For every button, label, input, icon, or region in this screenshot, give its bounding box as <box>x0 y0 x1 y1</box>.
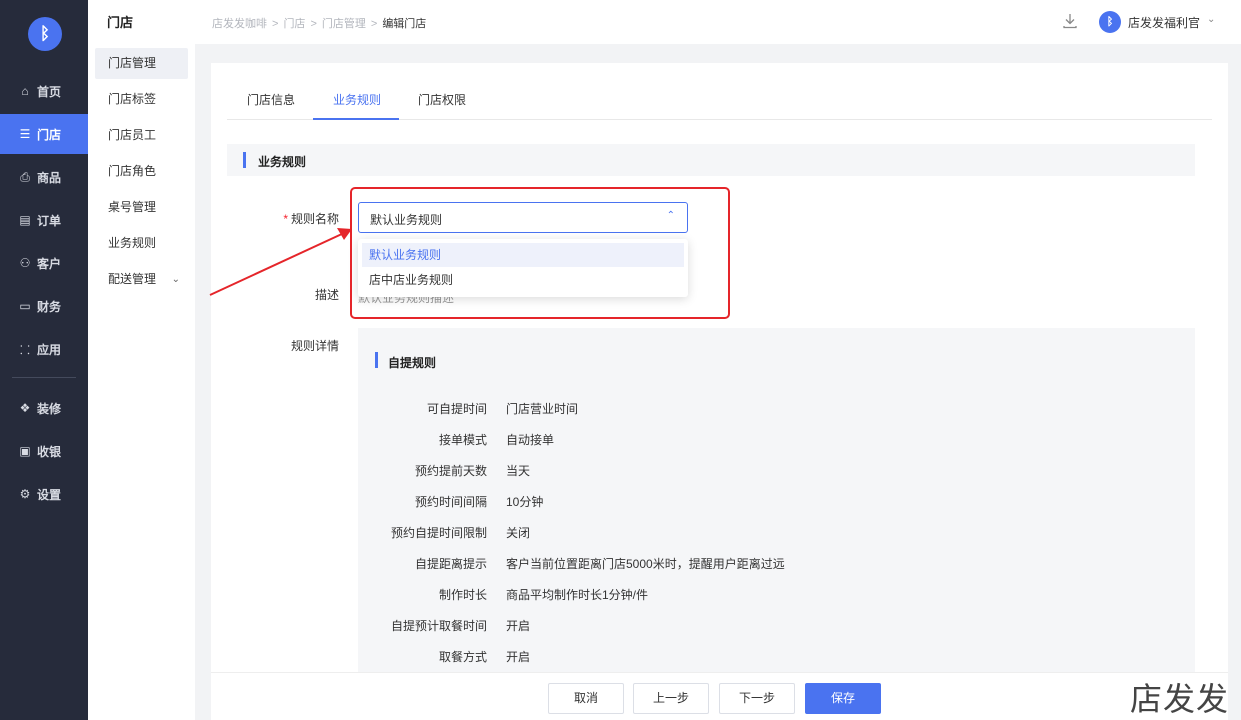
home-icon: ⌂ <box>21 84 29 98</box>
breadcrumb-separator: > <box>310 18 317 30</box>
detail-row-value: 商品平均制作时长1分钟/件 <box>506 588 649 602</box>
breadcrumb-item[interactable]: 门店 <box>283 18 305 30</box>
sub-item-store-tags[interactable]: 门店标签 <box>95 84 188 115</box>
store-icon: ☰ <box>19 127 31 141</box>
nav-item-label: 设置 <box>37 487 62 502</box>
breadcrumb: 店发发咖啡 > 门店 > 门店管理 > 编辑门店 <box>212 15 426 31</box>
section-marker <box>243 152 246 168</box>
breadcrumb-item[interactable]: 店发发咖啡 <box>212 18 267 30</box>
sub-item-tables[interactable]: 桌号管理 <box>95 192 188 223</box>
sub-item-store-roles[interactable]: 门店角色 <box>95 156 188 187</box>
detail-row-label: 预约自提时间限制 <box>390 526 487 540</box>
rule-name-label: * 规则名称 <box>211 210 339 227</box>
breadcrumb-current: 编辑门店 <box>382 18 427 30</box>
section-marker <box>375 352 378 368</box>
breadcrumb-separator: > <box>272 18 279 30</box>
detail-row-value: 开启 <box>506 650 531 664</box>
sub-item-store-staff[interactable]: 门店员工 <box>95 120 188 151</box>
pickup-rules-title: 自提规则 <box>388 356 437 370</box>
nav-item-label: 门店 <box>37 127 62 142</box>
nav-divider <box>12 377 76 378</box>
sub-nav: 门店 门店管理 门店标签 门店员工 门店角色 桌号管理 业务规则 配送管理 ⌄ <box>88 0 195 720</box>
active-tab-indicator <box>313 118 399 120</box>
sub-item-delivery[interactable]: 配送管理 ⌄ <box>95 264 188 295</box>
user-name[interactable]: 店发发福利官 <box>1128 14 1200 31</box>
main-nav: ᛒ ⌂ 首页 ☰ 门店 ⎙ 商品 ▤ 订单 ⚇ 客户 ▭ 财务 ⸬ 应用 ❖ 装… <box>0 0 88 720</box>
watermark: 店发发 <box>1130 680 1230 718</box>
detail-row-value: 门店营业时间 <box>506 402 579 416</box>
breadcrumb-item[interactable]: 门店管理 <box>322 18 366 30</box>
prev-step-button[interactable]: 上一步 <box>633 683 709 714</box>
nav-item-label: 应用 <box>37 342 62 357</box>
sub-item-store-manage[interactable]: 门店管理 <box>95 48 188 79</box>
detail-row-value: 开启 <box>506 619 531 633</box>
tab-store-info[interactable]: 门店信息 <box>247 91 295 108</box>
detail-row-value: 关闭 <box>506 526 531 540</box>
download-icon[interactable] <box>1061 12 1079 30</box>
nav-item-apps[interactable]: ⸬ 应用 <box>0 329 88 369</box>
rule-detail-panel: 自提规则 可自提时间 门店营业时间 接单模式 自动接单 预约提前天数 当天 预约… <box>358 328 1195 720</box>
nav-item-finance[interactable]: ▭ 财务 <box>0 286 88 326</box>
detail-row-value: 客户当前位置距离门店5000米时，提醒用户距离过远 <box>506 557 785 571</box>
avatar[interactable]: ᛒ <box>1099 11 1121 33</box>
desc-label: 描述 <box>314 288 339 302</box>
section-title: 业务规则 <box>258 155 307 169</box>
nav-item-orders[interactable]: ▤ 订单 <box>0 200 88 240</box>
save-button[interactable]: 保存 <box>805 683 881 714</box>
user-icon: ⚇ <box>19 256 31 270</box>
tab-bar: 门店信息 业务规则 门店权限 <box>227 83 1212 120</box>
detail-row-value: 10分钟 <box>506 495 544 509</box>
orders-icon: ▤ <box>19 213 31 227</box>
nav-item-store[interactable]: ☰ 门店 <box>0 114 88 154</box>
nav-item-label: 装修 <box>37 401 62 416</box>
detail-row-label: 预约提前天数 <box>414 464 487 478</box>
detail-row-value: 当天 <box>506 464 531 478</box>
brand-logo[interactable]: ᛒ <box>28 17 62 51</box>
nav-item-settings[interactable]: ⚙ 设置 <box>0 474 88 514</box>
detail-row-label: 可自提时间 <box>426 402 487 416</box>
nav-item-label: 商品 <box>37 170 62 185</box>
detail-row-label: 自提距离提示 <box>414 557 487 571</box>
nav-item-cashier[interactable]: ▣ 收银 <box>0 431 88 471</box>
tab-business-rules[interactable]: 业务规则 <box>333 91 381 108</box>
breadcrumb-separator: > <box>370 18 378 30</box>
nav-item-home[interactable]: ⌂ 首页 <box>0 71 88 111</box>
nav-item-label: 收银 <box>37 444 62 459</box>
chevron-down-icon[interactable]: ⌄ <box>1207 14 1215 25</box>
nav-item-label: 首页 <box>37 84 62 99</box>
section-header: 业务规则 <box>227 144 1195 176</box>
detail-row-label: 制作时长 <box>438 588 487 602</box>
goods-icon: ⎙ <box>20 169 30 184</box>
sub-item-label: 配送管理 <box>108 272 157 286</box>
nav-item-customers[interactable]: ⚇ 客户 <box>0 243 88 283</box>
detail-row-label: 自提预计取餐时间 <box>390 619 487 633</box>
gear-icon: ⚙ <box>19 487 31 501</box>
next-step-button[interactable]: 下一步 <box>719 683 795 714</box>
layers-icon: ❖ <box>19 401 31 415</box>
required-mark: * <box>283 212 288 226</box>
detail-row-label: 预约时间间隔 <box>414 495 487 509</box>
nav-item-label: 客户 <box>37 256 62 271</box>
edit-store-card: 门店信息 业务规则 门店权限 业务规则 * 规则名称 默认业务规则 ⌃ 描述 默认… <box>211 63 1228 720</box>
nav-item-goods[interactable]: ⎙ 商品 <box>0 157 88 197</box>
form-footer: 取消 上一步 下一步 保存 <box>211 672 1228 720</box>
nav-item-label: 财务 <box>37 299 62 314</box>
annotation-highlight-box <box>350 187 730 319</box>
rule-detail-label: 规则详情 <box>290 339 339 353</box>
cancel-button[interactable]: 取消 <box>548 683 624 714</box>
apps-grid-icon: ⸬ <box>20 342 30 357</box>
wallet-icon: ▭ <box>19 299 31 313</box>
rule-name-label-text: 规则名称 <box>290 212 339 226</box>
detail-row-label: 取餐方式 <box>438 650 487 664</box>
detail-row-value: 自动接单 <box>506 433 555 447</box>
detail-row-label: 接单模式 <box>438 433 487 447</box>
nav-item-decoration[interactable]: ❖ 装修 <box>0 388 88 428</box>
chevron-down-icon: ⌄ <box>171 274 180 285</box>
sub-item-business-rules[interactable]: 业务规则 <box>95 228 188 259</box>
tab-store-permissions[interactable]: 门店权限 <box>418 91 466 108</box>
nav-item-label: 订单 <box>37 213 62 228</box>
top-header: 店发发咖啡 > 门店 > 门店管理 > 编辑门店 ᛒ 店发发福利官 ⌄ <box>195 0 1241 44</box>
cashier-icon: ▣ <box>19 444 31 458</box>
sub-nav-title: 门店 <box>107 15 134 30</box>
